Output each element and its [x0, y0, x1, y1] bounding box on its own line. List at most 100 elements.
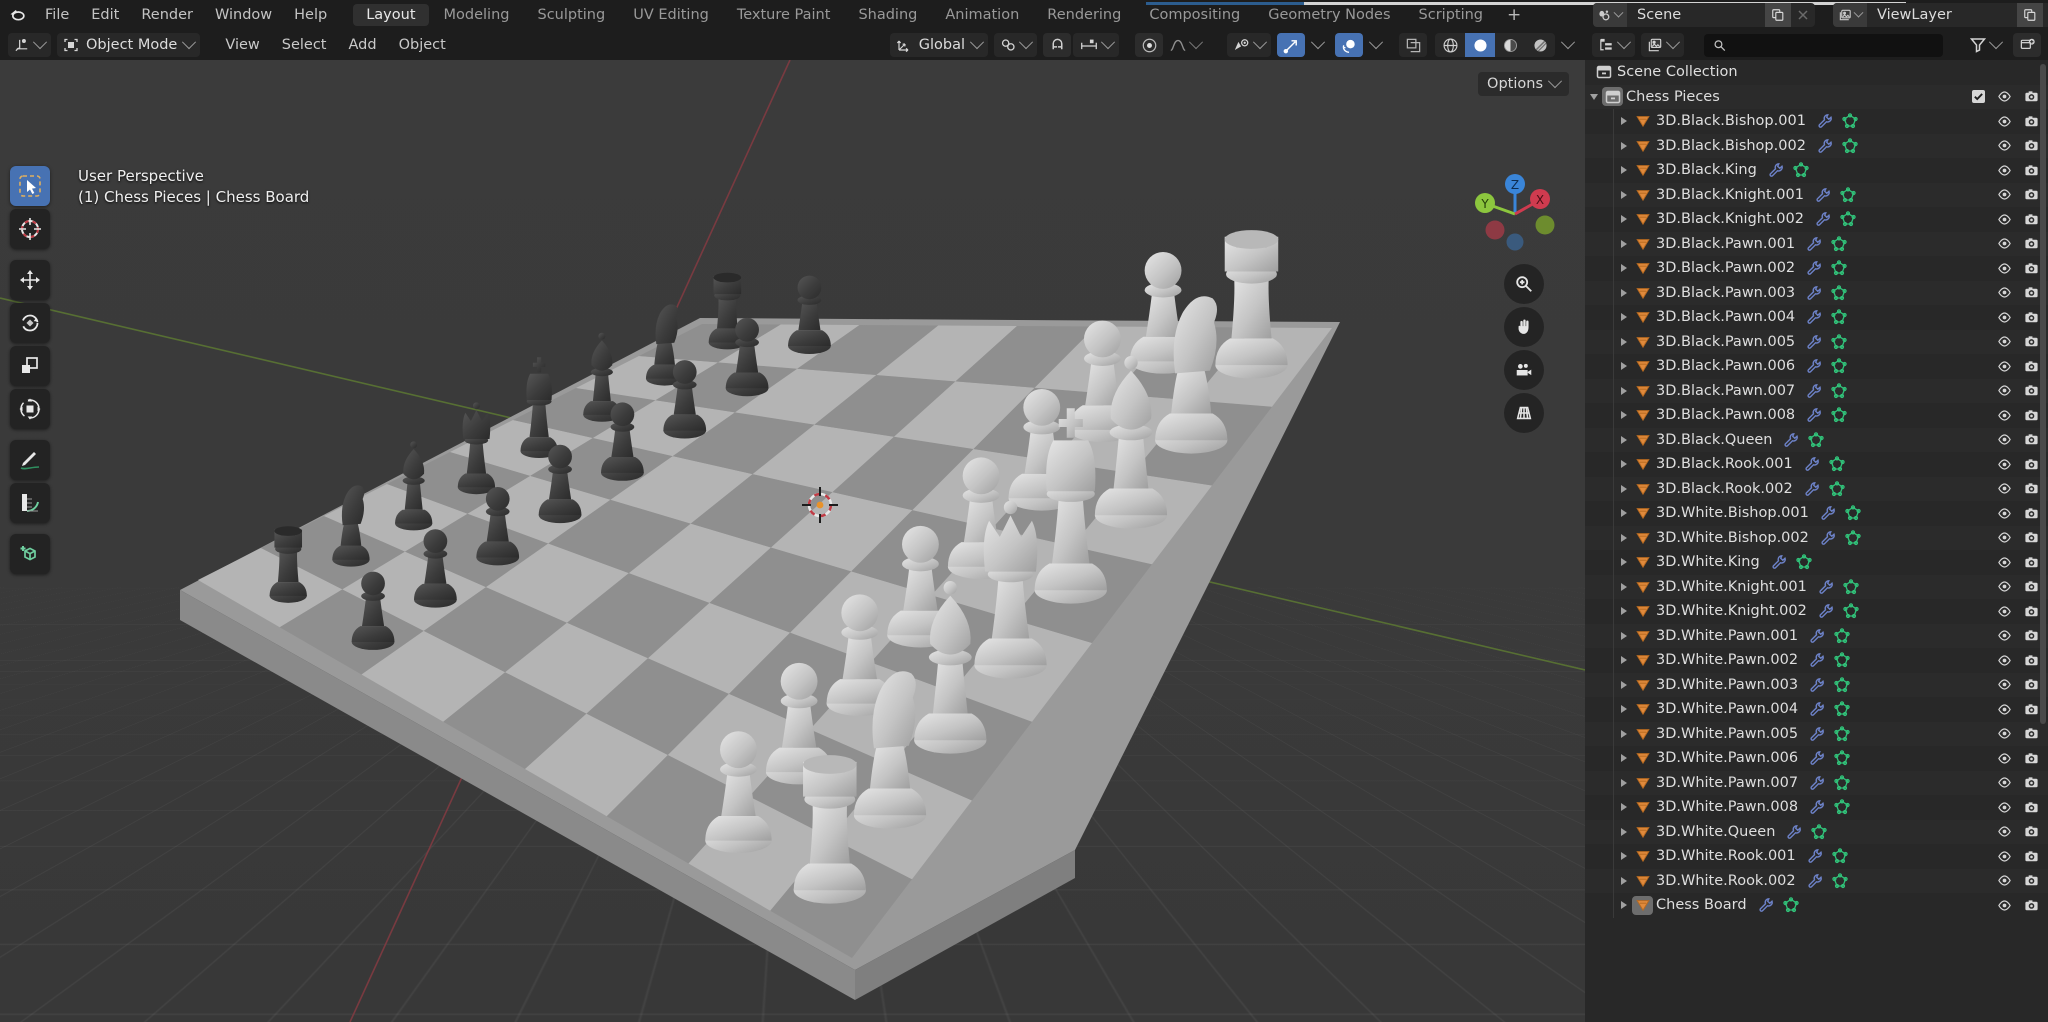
- mesh-data-icon[interactable]: [1834, 726, 1850, 742]
- viewport-toolbar[interactable]: [10, 166, 50, 574]
- mesh-data-icon[interactable]: [1834, 652, 1850, 668]
- outliner-row-object[interactable]: 3D.White.Pawn.004: [1585, 697, 2048, 722]
- xray-toggle-icon[interactable]: [1399, 33, 1427, 57]
- object-data-icons[interactable]: [1798, 677, 1850, 693]
- tool-transform[interactable]: [10, 389, 50, 429]
- outliner-row-object[interactable]: 3D.Black.Pawn.002: [1585, 256, 2048, 281]
- object-data-icons[interactable]: [1772, 432, 1825, 448]
- outliner-scrollbar[interactable]: [2040, 64, 2046, 724]
- workspace-tab-layout[interactable]: Layout: [353, 4, 429, 26]
- object-data-icons[interactable]: [1775, 824, 1828, 840]
- row-visibility-controls[interactable]: [1997, 207, 2039, 231]
- viewport-menu-select[interactable]: Select: [271, 30, 338, 60]
- camera-icon[interactable]: [2024, 432, 2039, 447]
- row-visibility-controls[interactable]: [1997, 697, 2039, 721]
- wrench-modifier-icon[interactable]: [1820, 505, 1836, 521]
- material-preview-shading-icon[interactable]: [1495, 33, 1525, 57]
- object-data-icons[interactable]: [1798, 628, 1850, 644]
- wrench-modifier-icon[interactable]: [1815, 211, 1831, 227]
- object-data-icons[interactable]: [1796, 873, 1848, 889]
- object-data-icons[interactable]: [1798, 652, 1850, 668]
- disclosure-triangle-icon[interactable]: [1585, 85, 1602, 109]
- wrench-modifier-icon[interactable]: [1806, 334, 1822, 350]
- pan-hand-icon[interactable]: [1504, 307, 1544, 347]
- disclosure-triangle-icon[interactable]: [1615, 330, 1632, 354]
- camera-icon[interactable]: [2024, 751, 2039, 766]
- object-data-icons[interactable]: [1795, 236, 1847, 252]
- outliner-display-mode-icon[interactable]: [1592, 33, 1635, 57]
- eye-icon[interactable]: [1997, 383, 2012, 398]
- disclosure-triangle-icon[interactable]: [1615, 477, 1632, 501]
- mesh-data-icon[interactable]: [1831, 236, 1847, 252]
- viewport-menu-add[interactable]: Add: [338, 30, 388, 60]
- camera-icon[interactable]: [2024, 163, 2039, 178]
- object-data-icons[interactable]: [1807, 603, 1859, 619]
- mesh-data-icon[interactable]: [1834, 775, 1850, 791]
- mesh-data-icon[interactable]: [1811, 824, 1828, 840]
- wrench-modifier-icon[interactable]: [1809, 750, 1825, 766]
- wireframe-shading-icon[interactable]: [1435, 33, 1465, 57]
- wrench-modifier-icon[interactable]: [1806, 236, 1822, 252]
- row-visibility-controls[interactable]: [1997, 183, 2039, 207]
- wrench-modifier-icon[interactable]: [1806, 309, 1822, 325]
- outliner-row-object[interactable]: 3D.Black.Pawn.006: [1585, 354, 2048, 379]
- falloff-curve-dropdown[interactable]: [1163, 33, 1207, 57]
- outliner-row-scene-collection[interactable]: Scene Collection: [1585, 60, 2048, 85]
- workspace-tab-geometry-nodes[interactable]: Geometry Nodes: [1255, 4, 1403, 26]
- mesh-data-icon[interactable]: [1831, 358, 1847, 374]
- object-data-icons[interactable]: [1760, 554, 1812, 570]
- workspace-tab-animation[interactable]: Animation: [932, 4, 1032, 26]
- object-data-icons[interactable]: [1793, 456, 1845, 472]
- object-visibility-dropdown[interactable]: [1227, 33, 1271, 57]
- camera-icon[interactable]: [2024, 236, 2039, 251]
- eye-icon[interactable]: [1997, 824, 2012, 839]
- workspace-tab-compositing[interactable]: Compositing: [1136, 4, 1253, 26]
- mesh-data-icon[interactable]: [1831, 334, 1847, 350]
- disclosure-triangle-icon[interactable]: [1615, 183, 1632, 207]
- magnet-icon[interactable]: [1043, 33, 1071, 57]
- row-visibility-controls[interactable]: [1997, 820, 2039, 844]
- menu-window[interactable]: Window: [204, 0, 283, 30]
- mesh-data-icon[interactable]: [1831, 260, 1847, 276]
- row-visibility-controls[interactable]: [1997, 134, 2039, 158]
- outliner-row-object[interactable]: 3D.White.Pawn.002: [1585, 648, 2048, 673]
- disclosure-triangle-icon[interactable]: [1615, 428, 1632, 452]
- camera-icon[interactable]: [2024, 677, 2039, 692]
- row-visibility-controls[interactable]: [1997, 452, 2039, 476]
- solid-shading-icon[interactable]: [1465, 33, 1495, 57]
- object-data-icons[interactable]: [1807, 579, 1859, 595]
- 3d-viewport[interactable]: User Perspective (1) Chess Pieces | Ches…: [0, 60, 1585, 1022]
- camera-icon[interactable]: [2024, 530, 2039, 545]
- camera-icon[interactable]: [2024, 89, 2039, 104]
- wrench-modifier-icon[interactable]: [1768, 162, 1784, 178]
- eye-icon[interactable]: [1997, 555, 2012, 570]
- disclosure-triangle-icon[interactable]: [1615, 379, 1632, 403]
- disclosure-triangle-icon[interactable]: [1615, 501, 1632, 525]
- outliner-row-object[interactable]: 3D.Black.King: [1585, 158, 2048, 183]
- workspace-tab-uv-editing[interactable]: UV Editing: [620, 4, 722, 26]
- disclosure-triangle-icon[interactable]: [1615, 893, 1632, 917]
- tool-annotate[interactable]: [10, 440, 50, 480]
- workspace-tab-texture-paint[interactable]: Texture Paint: [724, 4, 844, 26]
- camera-icon[interactable]: [2024, 457, 2039, 472]
- object-data-icons[interactable]: [1793, 481, 1845, 497]
- camera-icon[interactable]: [2024, 653, 2039, 668]
- mesh-data-icon[interactable]: [1793, 162, 1809, 178]
- object-data-icons[interactable]: [1795, 407, 1847, 423]
- row-visibility-controls[interactable]: [1997, 477, 2039, 501]
- outliner-row-object[interactable]: 3D.White.King: [1585, 550, 2048, 575]
- object-data-icons[interactable]: [1798, 726, 1850, 742]
- search-input[interactable]: [1704, 33, 1943, 57]
- disclosure-triangle-icon[interactable]: [1615, 256, 1632, 280]
- mesh-data-icon[interactable]: [1831, 848, 1848, 864]
- mesh-data-icon[interactable]: [1782, 897, 1799, 913]
- camera-icon[interactable]: [2024, 824, 2039, 839]
- eye-icon[interactable]: [1997, 114, 2012, 129]
- eye-icon[interactable]: [1997, 187, 2012, 202]
- camera-icon[interactable]: [2024, 579, 2039, 594]
- camera-icon[interactable]: [2024, 310, 2039, 325]
- eye-icon[interactable]: [1997, 898, 2012, 913]
- tool-add-cube[interactable]: [10, 534, 50, 574]
- duplicate-icon[interactable]: [1765, 3, 1791, 27]
- wrench-modifier-icon[interactable]: [1809, 628, 1825, 644]
